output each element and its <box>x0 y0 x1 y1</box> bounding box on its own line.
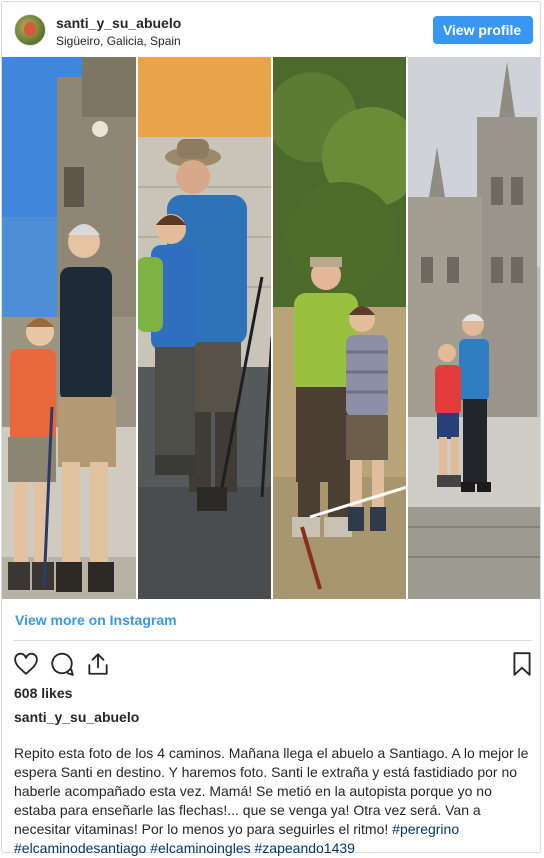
share-icon[interactable] <box>85 651 111 677</box>
action-bar <box>2 648 540 678</box>
photo-panel-4 <box>407 57 540 599</box>
view-more-link[interactable]: View more on Instagram <box>15 612 177 628</box>
post-username[interactable]: santi_y_su_abuelo <box>56 15 181 31</box>
panel-divider <box>136 57 138 599</box>
photo-panel-3 <box>272 57 407 599</box>
photo-panel-1 <box>2 57 137 599</box>
heart-icon[interactable] <box>13 651 39 677</box>
divider <box>13 640 532 641</box>
bookmark-icon[interactable] <box>509 651 535 677</box>
comment-icon[interactable] <box>49 651 75 677</box>
view-profile-button[interactable]: View profile <box>433 16 533 44</box>
avatar[interactable] <box>14 14 46 46</box>
panel-divider <box>406 57 408 599</box>
panel-divider <box>271 57 273 599</box>
post-header: santi_y_su_abuelo Sigüeiro, Galicia, Spa… <box>2 2 540 58</box>
post-location[interactable]: Sigüeiro, Galicia, Spain <box>56 34 181 48</box>
photo-panel-2 <box>137 57 272 599</box>
post-photo[interactable] <box>2 57 540 599</box>
hashtag[interactable]: #elcaminodesantiago <box>14 840 146 856</box>
hashtag[interactable]: #elcaminoingles <box>150 840 250 856</box>
likes-count[interactable]: 608 likes <box>14 685 72 701</box>
instagram-embed-card: santi_y_su_abuelo Sigüeiro, Galicia, Spa… <box>1 1 541 856</box>
hashtag[interactable]: #zapeando1439 <box>255 840 355 856</box>
hashtag[interactable]: #peregrino <box>392 821 459 837</box>
caption-text: Repito esta foto de los 4 caminos. Mañan… <box>14 744 532 858</box>
caption-username[interactable]: santi_y_su_abuelo <box>14 709 139 725</box>
